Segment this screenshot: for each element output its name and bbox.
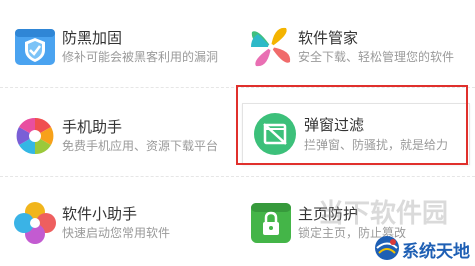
row-divider-2 — [0, 176, 475, 177]
watermark-text: 当下软件园 — [318, 198, 449, 228]
watermark-label: 系统天地 — [402, 242, 470, 261]
clover-icon — [12, 200, 58, 246]
tile-phone-assistant[interactable]: 手机助手 免费手机应用、资源下载平台 — [12, 103, 232, 169]
watermark-logo: 系统天地 — [374, 233, 475, 264]
tile-title: 防黑加固 — [62, 30, 123, 47]
globe-icon — [374, 235, 400, 261]
tile-software-manager[interactable]: 软件管家 安全下载、轻松管理您的软件 — [248, 14, 468, 80]
tile-title: 软件小助手 — [62, 206, 138, 223]
tile-anti-hack[interactable]: 防黑加固 修补可能会被黑客利用的漏洞 — [12, 14, 232, 80]
tile-software-helper[interactable]: 软件小助手 快速启动您常用软件 — [12, 190, 232, 256]
rainbow-swirl-icon — [12, 113, 58, 159]
tile-title: 软件管家 — [298, 30, 359, 47]
tile-description: 安全下载、轻松管理您的软件 — [298, 50, 455, 64]
tile-description: 免费手机应用、资源下载平台 — [62, 139, 219, 153]
tile-description: 修补可能会被黑客利用的漏洞 — [62, 50, 219, 64]
shield-icon — [12, 24, 58, 70]
pinwheel-icon — [248, 24, 294, 70]
tile-title: 手机助手 — [62, 119, 123, 136]
tile-description: 快速启动您常用软件 — [62, 226, 171, 240]
lock-icon — [248, 200, 294, 246]
selection-highlight — [236, 85, 468, 165]
